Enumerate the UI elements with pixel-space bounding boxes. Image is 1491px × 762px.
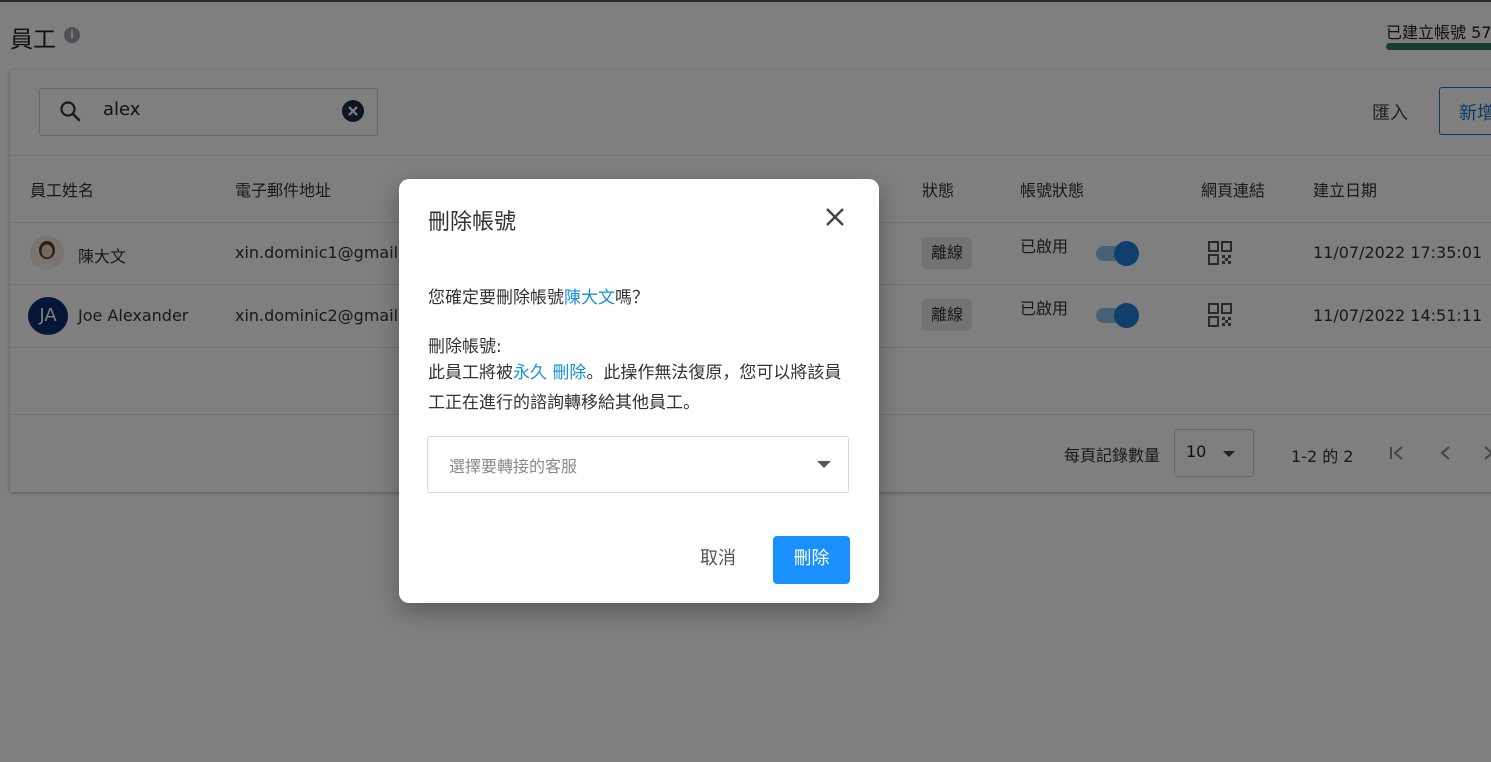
transfer-agent-placeholder[interactable]: 選擇要轉接的客服 (449, 453, 577, 477)
chevron-down-icon (817, 461, 831, 468)
delete-button[interactable]: 刪除 (773, 536, 850, 584)
warning-title: 刪除帳號: (428, 337, 502, 357)
close-icon[interactable] (823, 205, 847, 229)
delete-account-dialog: 刪除帳號 您確定要刪除帳號陳大文嗎？ 刪除帳號: 此員工將被永久 刪除。此操作無… (399, 179, 879, 603)
warning-prefix: 此員工將被 (428, 363, 513, 383)
warning-highlight: 永久 刪除 (513, 363, 587, 383)
warning-message: 此員工將被永久 刪除。此操作無法復原，您可以將該員工正在進行的諮詢轉移給其他員工… (428, 358, 848, 418)
confirm-message: 您確定要刪除帳號陳大文嗎？ (428, 283, 649, 308)
confirm-employee-name: 陳大文 (564, 288, 615, 308)
confirm-suffix: 嗎？ (615, 288, 649, 308)
dialog-title: 刪除帳號 (428, 210, 517, 235)
cancel-button[interactable]: 取消 (678, 535, 758, 583)
confirm-prefix: 您確定要刪除帳號 (428, 288, 564, 308)
